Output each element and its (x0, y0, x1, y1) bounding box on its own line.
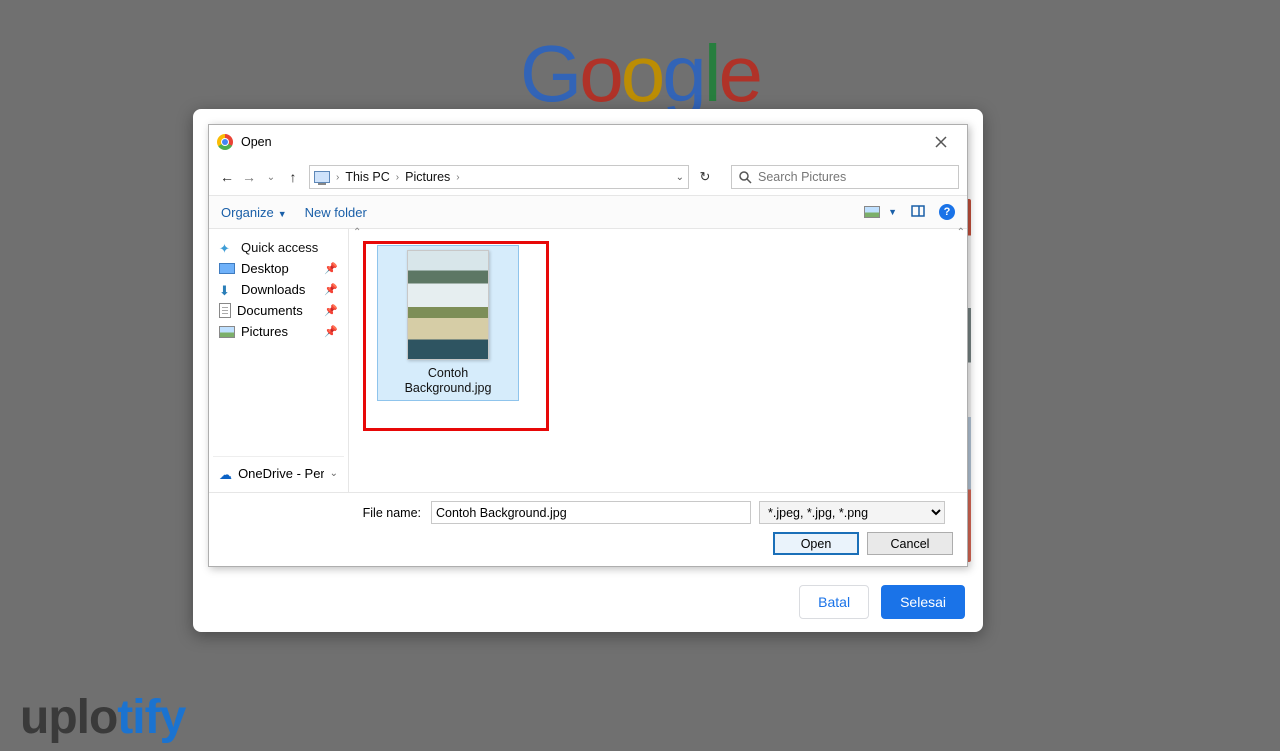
sidebar-item-desktop[interactable]: Desktop 📌 (213, 258, 344, 279)
dialog-footer: File name: *.jpeg, *.jpg, *.png Open Can… (209, 492, 967, 566)
chevron-down-icon: ⌄ (330, 468, 338, 479)
pin-icon: 📌 (324, 325, 338, 338)
sidebar-item-label: Desktop (241, 261, 289, 276)
dialog-toolbar: Organize▼ New folder ▼ ? (209, 195, 967, 229)
address-dropdown[interactable]: ⌄ (676, 172, 684, 183)
sidebar-item-downloads[interactable]: ⬇ Downloads 📌 (213, 279, 344, 300)
filename-input[interactable] (431, 501, 751, 524)
chevron-right-icon: › (336, 172, 339, 183)
file-item[interactable]: ContohBackground.jpg (377, 245, 519, 401)
cancel-button[interactable]: Cancel (867, 532, 953, 555)
new-folder-button[interactable]: New folder (305, 205, 367, 220)
nav-history-dropdown[interactable]: ⌄ (261, 172, 281, 183)
nav-up-button[interactable]: ↑ (283, 169, 303, 185)
picture-view-icon (864, 206, 880, 218)
dialog-title: Open (241, 135, 272, 149)
close-icon (934, 135, 948, 149)
dialog-navrow: ← → ⌄ ↑ › This PC › Pictures › ⌄ ↻ Searc… (209, 159, 967, 195)
preview-pane-icon (911, 204, 925, 218)
nav-sidebar: ✦ Quick access Desktop 📌 ⬇ Downloads 📌 D… (209, 229, 349, 492)
dialog-titlebar: Open (209, 125, 967, 159)
uplotify-watermark: uplotify (20, 690, 185, 745)
star-icon: ✦ (219, 241, 235, 255)
modal-footer: Batal Selesai (193, 572, 983, 632)
dialog-body: ✦ Quick access Desktop 📌 ⬇ Downloads 📌 D… (209, 229, 967, 492)
address-bar[interactable]: › This PC › Pictures › ⌄ (309, 165, 689, 189)
preview-pane-button[interactable] (911, 204, 925, 221)
scroll-up-icon: ⌃ (957, 227, 965, 238)
pin-icon: 📌 (324, 262, 338, 275)
sidebar-item-label: Quick access (241, 240, 318, 255)
chrome-icon (217, 134, 233, 150)
chevron-right-icon: › (396, 172, 399, 183)
organize-menu[interactable]: Organize▼ (221, 205, 287, 220)
file-type-select[interactable]: *.jpeg, *.jpg, *.png (759, 501, 945, 524)
refresh-button[interactable]: ↻ (693, 169, 717, 185)
download-icon: ⬇ (219, 283, 235, 297)
sidebar-item-label: Documents (237, 303, 303, 318)
file-list[interactable]: ⌃ ⌃ ContohBackground.jpg (349, 229, 967, 492)
breadcrumb-pictures[interactable]: Pictures (405, 170, 450, 184)
file-thumbnail (407, 250, 489, 360)
pin-icon: 📌 (324, 304, 338, 317)
search-placeholder: Search Pictures (758, 170, 846, 184)
document-icon (219, 303, 231, 318)
selesai-button[interactable]: Selesai (881, 585, 965, 619)
nav-arrows: ← → ⌄ ↑ (215, 169, 305, 185)
view-mode-button[interactable]: ▼ (864, 206, 897, 218)
help-button[interactable]: ? (939, 204, 955, 220)
pin-icon: 📌 (324, 283, 338, 296)
sidebar-item-documents[interactable]: Documents 📌 (213, 300, 344, 321)
file-name: ContohBackground.jpg (405, 366, 492, 396)
search-input[interactable]: Search Pictures (731, 165, 959, 189)
picture-icon (219, 326, 235, 338)
batal-button[interactable]: Batal (799, 585, 869, 619)
this-pc-icon (314, 171, 330, 183)
cloud-icon: ☁ (219, 467, 232, 481)
desktop-icon (219, 263, 235, 274)
chevron-right-icon: › (456, 172, 459, 183)
google-logo: Google (520, 28, 760, 120)
sidebar-item-label: Downloads (241, 282, 305, 297)
open-button[interactable]: Open (773, 532, 859, 555)
nav-back-button[interactable]: ← (217, 169, 237, 185)
sidebar-item-label: Pictures (241, 324, 288, 339)
sidebar-item-label: OneDrive - Persor (238, 466, 324, 481)
sidebar-item-onedrive[interactable]: ☁ OneDrive - Persor ⌄ (213, 463, 344, 484)
nav-forward-button[interactable]: → (239, 169, 259, 185)
filename-label: File name: (221, 506, 421, 520)
file-open-dialog: Open ← → ⌄ ↑ › This PC › Pictures › ⌄ ↻ … (208, 124, 968, 567)
scroll-up-icon: ⌃ (353, 227, 361, 238)
sidebar-item-quick-access[interactable]: ✦ Quick access (213, 237, 344, 258)
search-icon (738, 170, 752, 184)
dialog-close-button[interactable] (921, 125, 961, 159)
sidebar-item-pictures[interactable]: Pictures 📌 (213, 321, 344, 342)
breadcrumb-this-pc[interactable]: This PC (345, 170, 389, 184)
